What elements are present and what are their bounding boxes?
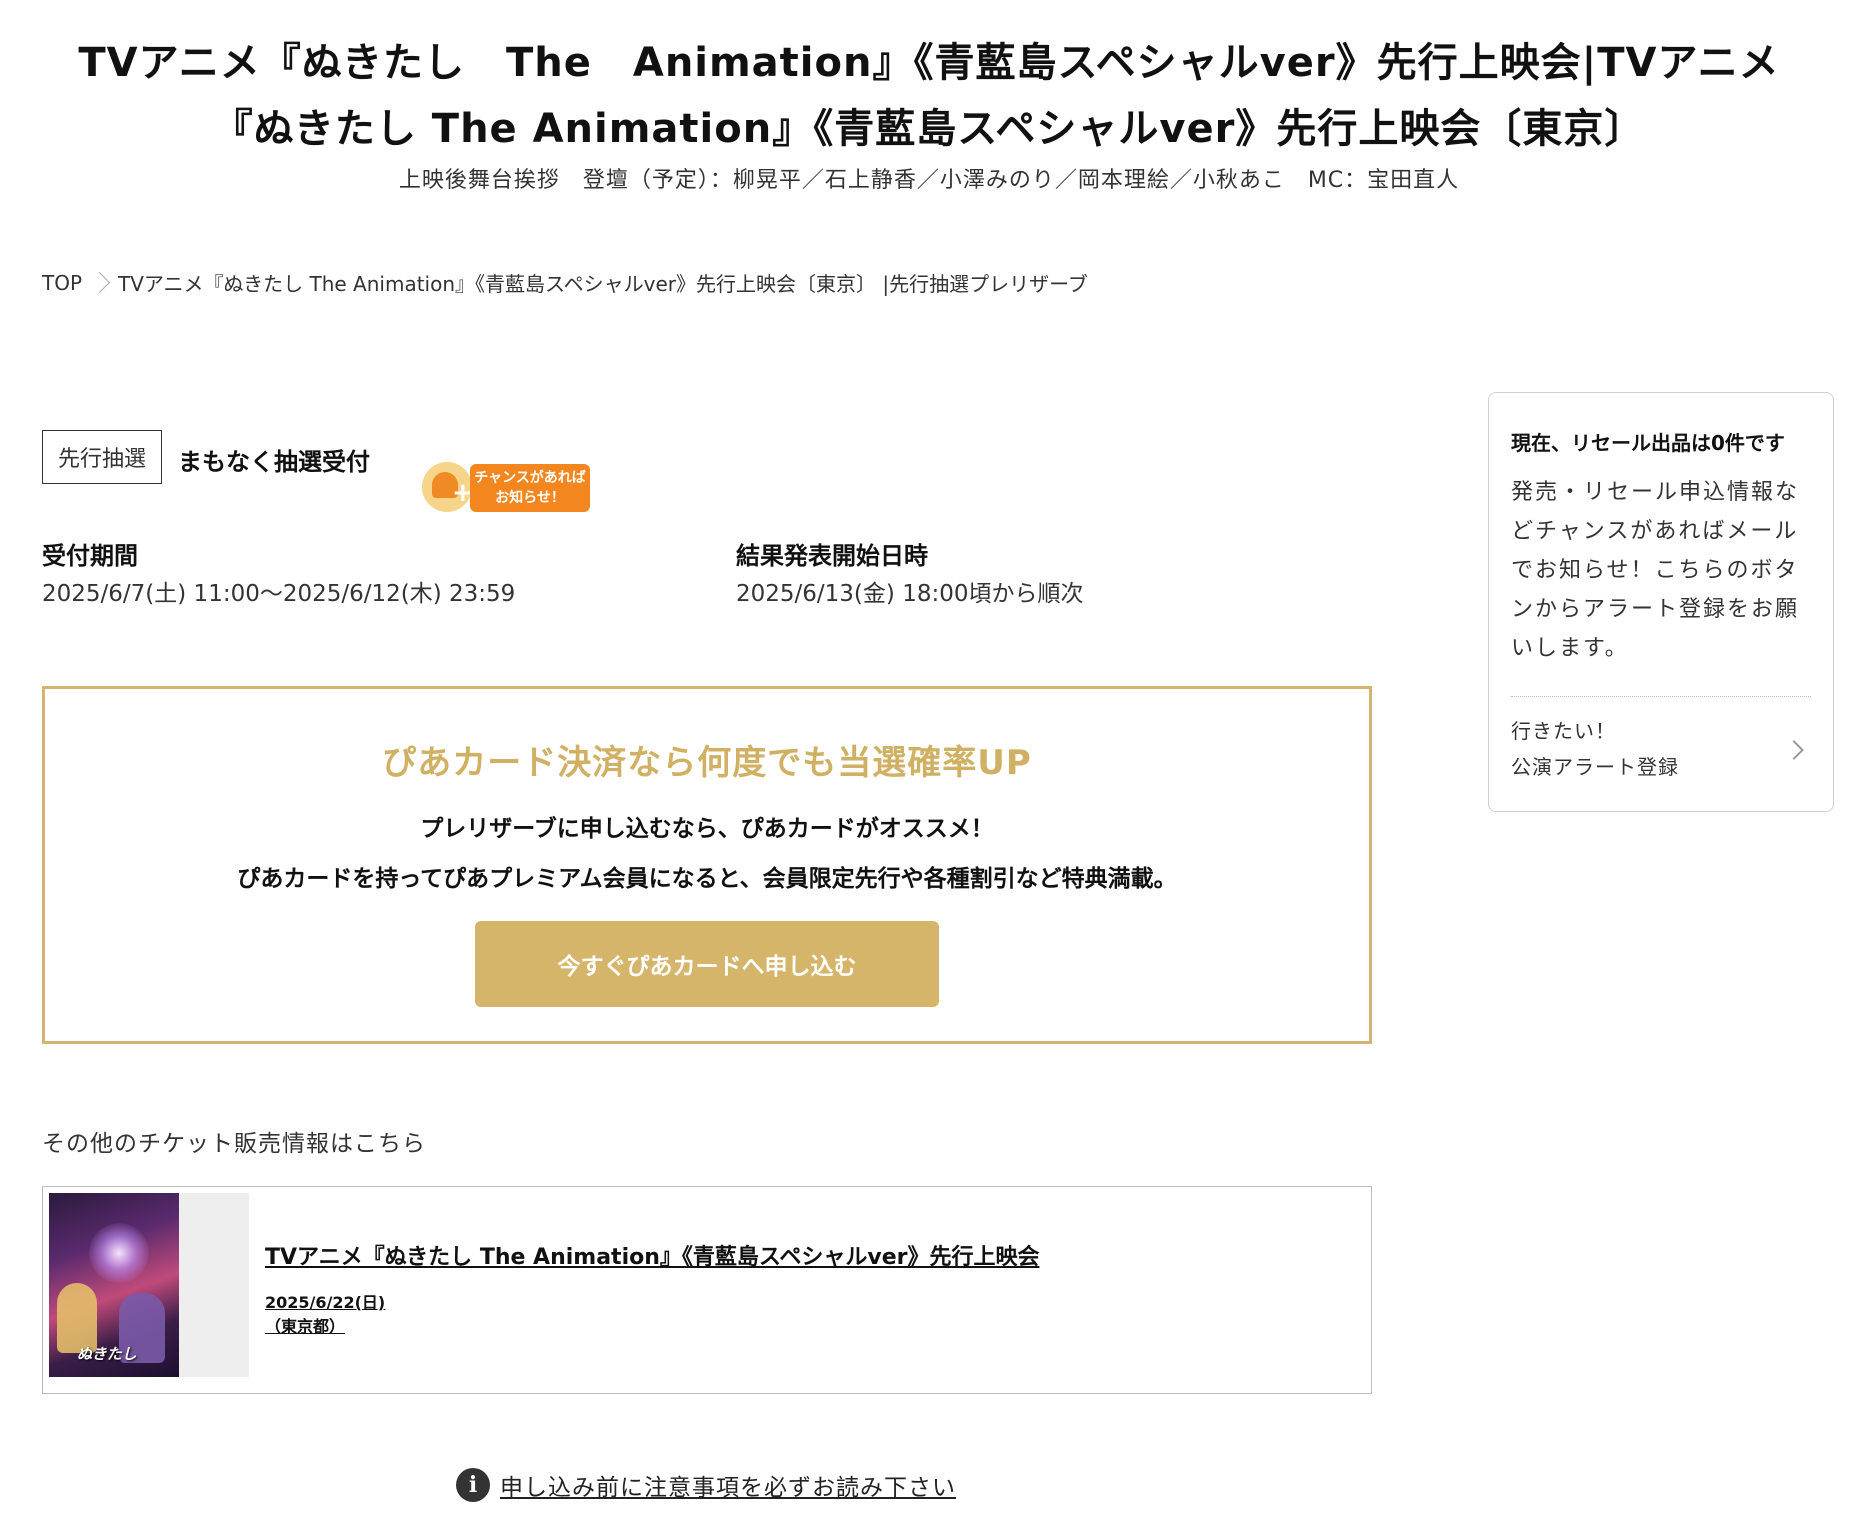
pia-card-promo: ぴあカード決済なら何度でも当選確率UP プレリザーブに申し込むなら、ぴあカードが… xyxy=(42,686,1372,1044)
page-subtitle: 上映後舞台挨拶 登壇（予定）：柳晃平／石上静香／小澤みのり／岡本理絵／小秋あこ … xyxy=(398,168,1460,193)
divider xyxy=(1511,696,1811,697)
chance-alert-button[interactable]: + チャンスがあれば お知らせ！ xyxy=(422,458,590,512)
event-title-link[interactable]: TVアニメ『ぬきたし The Animation』《青藍島スペシャルver》先行… xyxy=(265,1239,1039,1271)
apply-pia-card-button[interactable]: 今すぐぴあカードへ申し込む xyxy=(475,921,939,1007)
event-card[interactable]: ぬきたし TVアニメ『ぬきたし The Animation』《青藍島スペシャルv… xyxy=(42,1186,1372,1394)
info-icon: i xyxy=(456,1468,490,1502)
breadcrumb: TOP TVアニメ『ぬきたし The Animation』《青藍島スペシャルve… xyxy=(42,268,1088,297)
result-label: 結果発表開始日時 xyxy=(736,542,928,570)
promo-line2: ぴあカードを持ってぴあプレミアム会員になると、会員限定先行や各種割引など特典満載… xyxy=(237,866,1177,892)
breadcrumb-current: TVアニメ『ぬきたし The Animation』《青藍島スペシャルver》先行… xyxy=(118,272,1088,296)
performance-alert-link[interactable]: 行きたい！ 公演アラート登録 xyxy=(1511,715,1815,795)
notice-text[interactable]: 申し込み前に注意事項を必ずお読み下さい xyxy=(500,1468,956,1502)
sale-type-tag: 先行抽選 xyxy=(42,430,162,484)
other-tickets-heading: その他のチケット販売情報はこちら xyxy=(42,1131,426,1157)
resale-panel: 現在、リセール出品は0件です 発売・リセール申込情報などチャンスがあればメールで… xyxy=(1488,392,1834,812)
notice-link[interactable]: i 申し込み前に注意事項を必ずお読み下さい xyxy=(456,1468,956,1502)
period-label: 受付期間 xyxy=(42,542,138,570)
resale-heading: 現在、リセール出品は0件です xyxy=(1511,431,1785,455)
promo-line1: プレリザーブに申し込むなら、ぴあカードがオススメ！ xyxy=(420,816,994,842)
resale-body: 発売・リセール申込情報などチャンスがあればメールでお知らせ！こちらのボタンからア… xyxy=(1511,480,1800,661)
event-date: 2025/6/22(日) xyxy=(265,1293,386,1312)
event-thumbnail-logo: ぬきたし xyxy=(77,1345,137,1363)
chevron-right-icon xyxy=(1784,740,1804,760)
promo-heading: ぴあカード決済なら何度でも当選確率UP xyxy=(382,743,1032,783)
breadcrumb-home-link[interactable]: TOP xyxy=(42,271,82,295)
sale-status: まもなく抽選受付 xyxy=(178,448,370,476)
page-title: TVアニメ『ぬきたし The Animation』《青藍島スペシャルver》先行… xyxy=(78,40,1780,152)
event-thumbnail: ぬきたし xyxy=(49,1193,179,1377)
alert-link-line1: 行きたい！ xyxy=(1511,719,1616,743)
chevron-right-icon xyxy=(94,269,108,297)
result-value: 2025/6/13(金) 18:00頃から順次 xyxy=(736,581,1084,607)
event-place: （東京都） xyxy=(265,1317,346,1336)
alert-badge-label: チャンスがあれば お知らせ！ xyxy=(470,464,590,512)
alert-link-line2: 公演アラート登録 xyxy=(1511,755,1679,779)
period-value: 2025/6/7(土) 11:00～2025/6/12(木) 23:59 xyxy=(42,581,516,607)
